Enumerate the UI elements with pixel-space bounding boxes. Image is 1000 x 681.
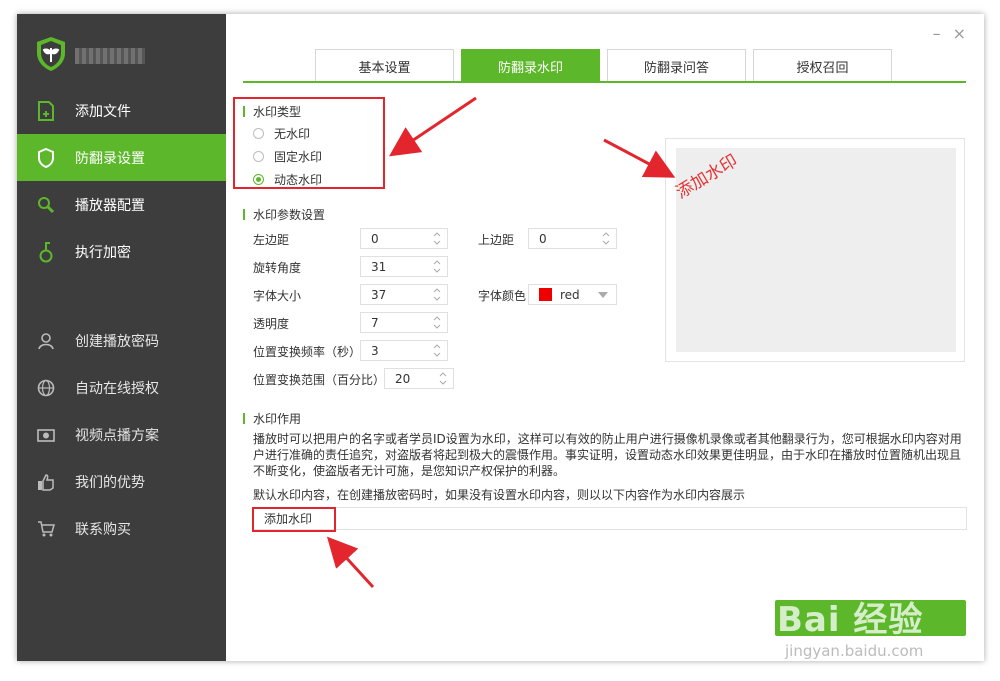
arrow-to-input [326, 536, 375, 589]
annotation-arrows [326, 96, 676, 589]
arrow-to-type [389, 96, 477, 157]
arrow-to-preview [603, 138, 676, 178]
